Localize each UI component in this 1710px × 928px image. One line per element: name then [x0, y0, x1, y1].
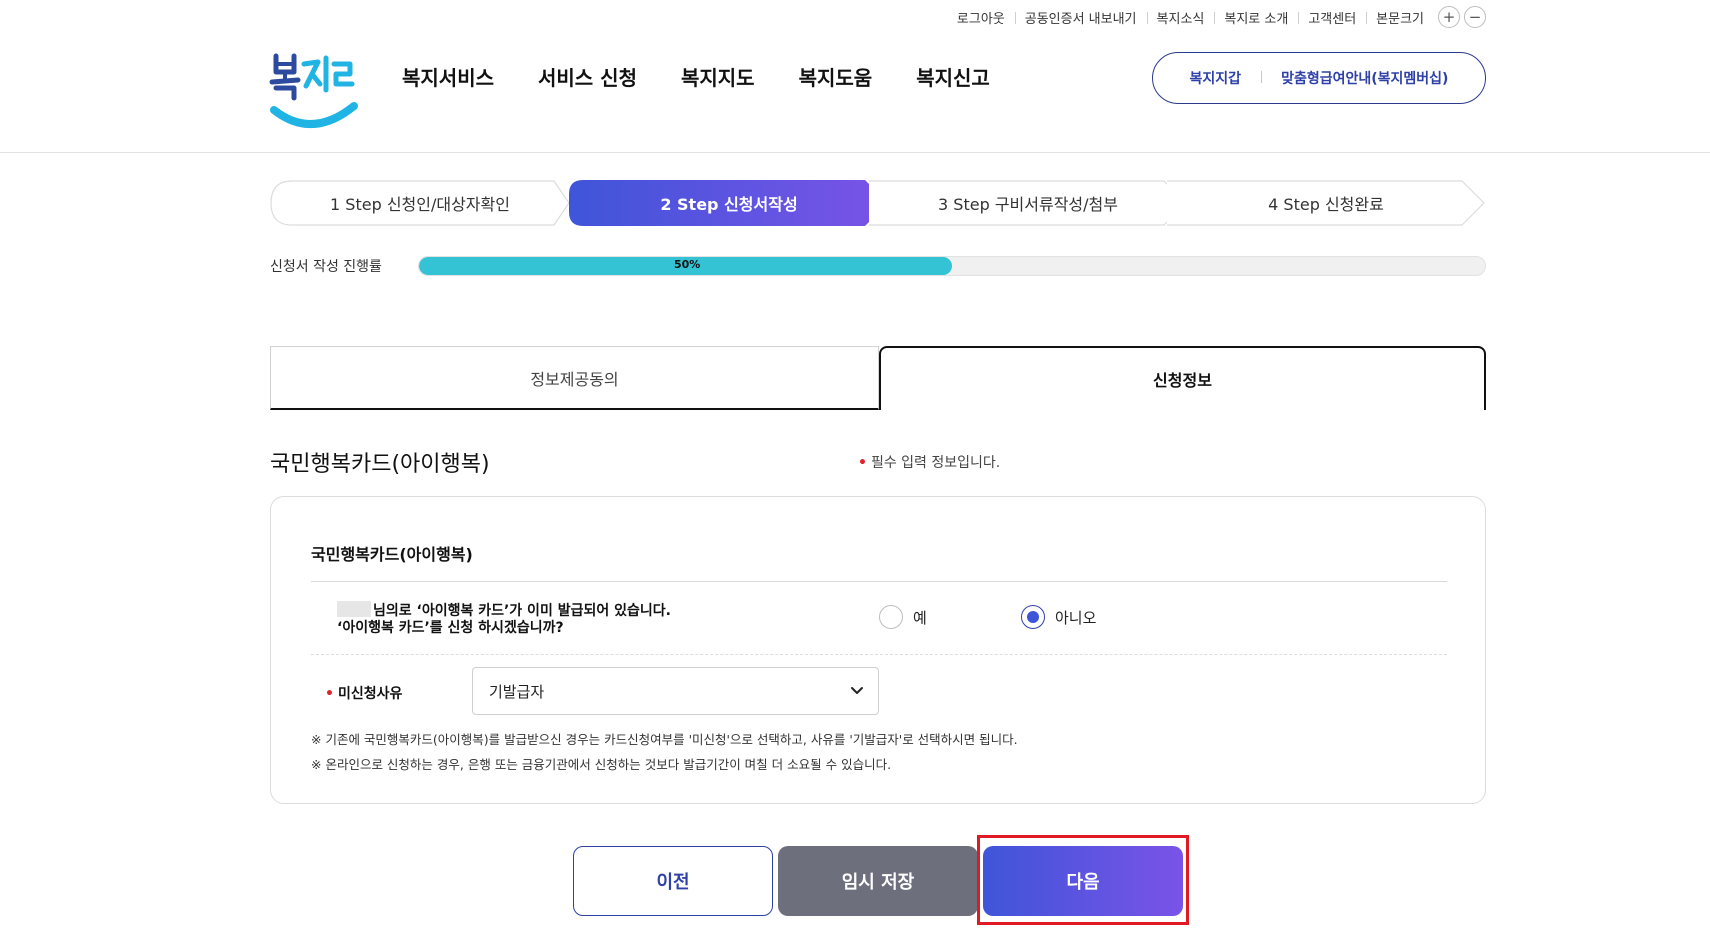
tab-application-info[interactable]: 신청정보	[879, 346, 1486, 410]
cert-export-link[interactable]: 공동인증서 내보내기	[1014, 8, 1147, 27]
previous-button[interactable]: 이전	[573, 846, 773, 916]
card-title: 국민행복카드(아이행복)	[311, 545, 473, 564]
section-title: 국민행복카드(아이행복)	[270, 452, 490, 477]
radio-no[interactable]: 아니오	[1021, 605, 1096, 629]
text-size-label: 본문크기	[1366, 8, 1434, 27]
nav-welfare-map[interactable]: 복지지도	[681, 62, 755, 91]
step-1-label: 1 Step 신청인/대상자확인	[330, 195, 510, 214]
dashed-divider	[311, 654, 1447, 655]
reason-required-dot: •	[325, 686, 334, 702]
reason-select-value: 기발급자	[489, 682, 545, 701]
progress-label: 신청서 작성 진행률	[270, 259, 382, 275]
welfare-wallet-link[interactable]: 복지지갑	[1170, 68, 1262, 88]
utility-bar: 로그아웃 공동인증서 내보내기 복지소식 복지로 소개 고객센터 본문크기 + …	[947, 6, 1486, 28]
nav-welfare-report[interactable]: 복지신고	[916, 62, 990, 91]
question-line-2: ‘아이행복 카드’를 신청 하시겠습니까?	[337, 620, 564, 636]
radio-no-label[interactable]: 아니오	[1055, 607, 1096, 628]
card-divider	[311, 581, 1447, 582]
tab-info-consent[interactable]: 정보제공동의	[270, 346, 879, 410]
nav-welfare-help[interactable]: 복지도움	[799, 62, 873, 91]
reason-label-text: 미신청사유	[337, 686, 403, 702]
radio-no-circle[interactable]	[1021, 605, 1045, 629]
step-3: 3 Step 구비서류작성/첨부	[868, 180, 1188, 226]
step-2: 2 Step 신청서작성	[569, 180, 889, 226]
welfare-membership-link[interactable]: 맞춤형급여안내(복지멤버십)	[1261, 68, 1468, 88]
form-tabs: 정보제공동의 신청정보	[270, 346, 1486, 410]
nav-welfare-services[interactable]: 복지서비스	[402, 62, 494, 91]
progress-value: 50%	[674, 258, 701, 271]
required-dot: •	[858, 455, 867, 471]
radio-yes-circle[interactable]	[879, 605, 903, 629]
chevron-down-icon	[850, 684, 864, 702]
about-link[interactable]: 복지로 소개	[1214, 8, 1298, 27]
nav-service-application[interactable]: 서비스 신청	[538, 62, 637, 91]
required-note: • 필수 입력 정보입니다.	[858, 452, 1000, 472]
temporary-save-button[interactable]: 임시 저장	[778, 846, 978, 916]
next-button[interactable]: 다음	[983, 846, 1183, 916]
required-note-text: 필수 입력 정보입니다.	[870, 455, 1001, 471]
progress-bar	[418, 256, 1486, 276]
step-indicator: 1 Step 신청인/대상자확인 2 Step 신청서작성 3 Step 구비서…	[270, 180, 1486, 226]
radio-yes[interactable]: 예	[879, 605, 927, 629]
step-3-label: 3 Step 구비서류작성/첨부	[938, 195, 1118, 214]
masked-name	[337, 601, 371, 617]
guide-note-2: ※ 온라인으로 신청하는 경우, 은행 또는 금융기관에서 신청하는 것보다 발…	[311, 757, 892, 772]
question-line-1: 님의로 ‘아이행복 카드’가 이미 발급되어 있습니다.	[373, 603, 671, 619]
step-2-label: 2 Step 신청서작성	[660, 195, 798, 214]
bokjiro-logo[interactable]	[268, 48, 360, 136]
step-1: 1 Step 신청인/대상자확인	[270, 180, 570, 226]
zoom-out-button[interactable]: −	[1464, 6, 1486, 28]
step-4-label: 4 Step 신청완료	[1268, 195, 1384, 214]
customer-center-link[interactable]: 고객센터	[1298, 8, 1366, 27]
reason-select[interactable]: 기발급자	[472, 667, 879, 715]
reason-label: • 미신청사유	[325, 683, 402, 703]
application-form-card: 국민행복카드(아이행복) 님의로 ‘아이행복 카드’가 이미 발급되어 있습니다…	[270, 496, 1486, 804]
header-quick-links: 복지지갑 맞춤형급여안내(복지멤버십)	[1152, 52, 1486, 104]
logout-link[interactable]: 로그아웃	[947, 8, 1015, 27]
step-4: 4 Step 신청완료	[1166, 180, 1486, 226]
radio-yes-label[interactable]: 예	[913, 607, 927, 628]
zoom-in-button[interactable]: +	[1438, 6, 1460, 28]
welfare-news-link[interactable]: 복지소식	[1146, 8, 1215, 27]
card-issued-question: 님의로 ‘아이행복 카드’가 이미 발급되어 있습니다. ‘아이행복 카드’를 …	[337, 601, 671, 637]
guide-note-1: ※ 기존에 국민행복카드(아이행복)를 발급받으신 경우는 카드신청여부를 '미…	[311, 732, 1018, 747]
main-navigation: 복지서비스 서비스 신청 복지지도 복지도움 복지신고	[402, 62, 1034, 91]
